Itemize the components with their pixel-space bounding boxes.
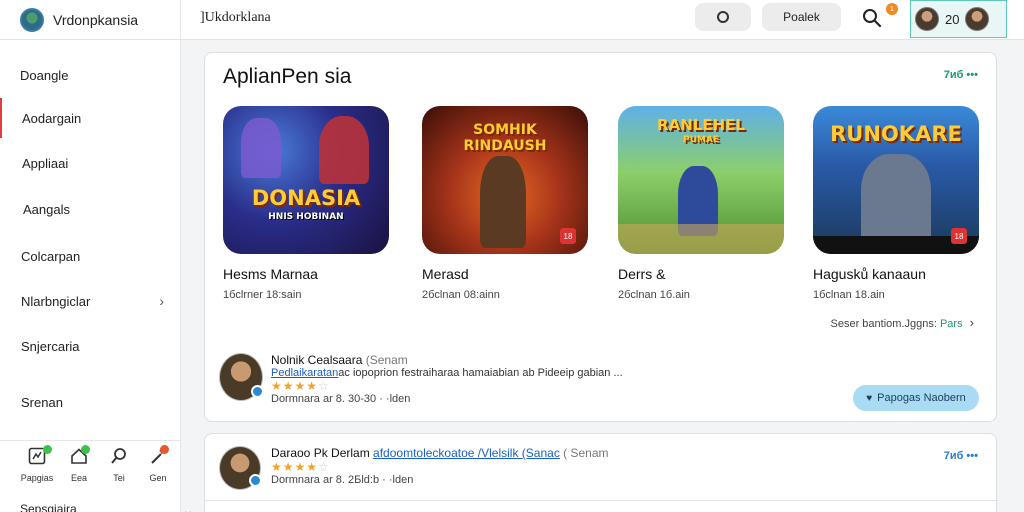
review-date: Dormnara ar 8. 30-30 · ·lden <box>271 393 411 405</box>
game-name: Hesms Marnaa <box>223 266 318 282</box>
sidebar-item-label: Nlarbngiclar <box>21 293 91 309</box>
user-menu[interactable]: 20 <box>910 0 1007 38</box>
rating-stars: ★★★★☆ <box>271 379 330 393</box>
sidebar-item-7[interactable]: Srenan <box>0 382 180 422</box>
game-cover: SOMHIK RINDAUSH 18 <box>422 106 588 254</box>
game-tile[interactable]: SOMHIK RINDAUSH 18 Merasd 2бclnan 08:ain… <box>422 106 588 301</box>
review-card: 7иб ••• Daraoo Pk Derlam afdoomtoleckoat… <box>204 433 998 512</box>
game-name: Merasd <box>422 266 469 282</box>
user-count: 20 <box>945 11 960 27</box>
home-icon <box>60 445 98 469</box>
follow-button[interactable]: ♥ Papogas Naobern <box>853 385 979 411</box>
reviewer-name[interactable]: Daraoo Pk Derlam afdoomtoleckoatoe /Vlel… <box>271 446 609 460</box>
brand[interactable]: Vrdonpkansia <box>0 0 181 40</box>
game-meta: 1бclrner 18:sain <box>223 289 302 301</box>
sidebar-item-label: Doangle <box>20 67 69 83</box>
review-item: Nolnik Cealsaara (Senam Pedlaikaratanac … <box>219 353 979 411</box>
sidebar-item-label: Srenan <box>21 394 63 410</box>
game-name: Derrs & <box>618 266 666 282</box>
sidebar-item-label: Aangals <box>23 201 70 217</box>
shortcut-home[interactable]: Eea <box>60 445 98 483</box>
shortcut-dashboard[interactable]: Papgias <box>18 445 56 483</box>
review-date: Dormnara ar 8. 2Бld:b · ·lden <box>271 474 414 486</box>
avatar[interactable] <box>219 446 262 490</box>
review-text: Pedlaikaratanac iopoprion festraiharaa h… <box>271 367 623 379</box>
age-rating-badge: 18 <box>951 228 967 244</box>
sidebar-item-5[interactable]: Nlarbngiclar › <box>0 281 180 321</box>
see-more-link[interactable]: Seser bantiom.Jggns: Pars › <box>831 315 974 330</box>
top-bar: Vrdonpkansia ]Ukdorklana Poalek 1 20 <box>0 0 1024 40</box>
sidebar-item-3[interactable]: Aangals <box>0 189 180 229</box>
rating-stars: ★★★★☆ <box>271 460 330 474</box>
verified-icon <box>249 474 262 487</box>
search-icon <box>100 447 138 469</box>
sidebar-item-1[interactable]: Aodargain <box>0 98 180 138</box>
chevron-right-icon: › <box>969 315 974 330</box>
sidebar-item-label: Snjercaria <box>21 338 80 354</box>
reviewer-name[interactable]: Nolnik Cealsaara (Senam <box>271 353 408 367</box>
sidebar-item-0[interactable]: Doangle <box>0 55 180 95</box>
chevron-right-icon: › <box>159 293 164 309</box>
game-cover: DONASIA HNIS HOBINAN <box>223 106 389 254</box>
game-cover: RUNOKARE 18 <box>813 106 979 254</box>
sidebar-item-label: Aodargain <box>22 110 82 126</box>
app-logo-icon <box>20 8 44 32</box>
sidebar-item-label: Colcarpan <box>21 248 81 264</box>
game-meta: 2бclnan 08:ainn <box>422 289 500 301</box>
sidebar-footer[interactable]: Sepsgiaira ⌄ <box>20 502 194 512</box>
chevron-down-icon: ⌄ <box>181 502 194 512</box>
avatar[interactable] <box>219 353 264 401</box>
game-tile[interactable]: DONASIA HNIS HOBINAN Hesms Marnaa 1бclrn… <box>223 106 389 301</box>
featured-apps-card: AplianPen sia 7иб ••• DONASIA HNIS HOBIN… <box>204 52 997 422</box>
sidebar-item-label: Appliaai <box>22 155 69 171</box>
heart-icon: ♥ <box>866 392 873 404</box>
avatar <box>915 7 939 31</box>
breadcrumb[interactable]: ]Ukdorklana <box>200 10 271 26</box>
sidebar: Doangle Aodargain Appliaai Aangals Colca… <box>0 40 194 512</box>
divider <box>205 500 998 501</box>
game-meta: 2бclnan 1б.ain <box>618 289 690 301</box>
sidebar-item-4[interactable]: Colcarpan <box>0 236 180 276</box>
game-name: Hagusků kanaaun <box>813 266 926 282</box>
game-tile[interactable]: RUNOKARE 18 Hagusků kanaaun 1бclnan 18.a… <box>813 106 979 301</box>
circle-icon <box>717 11 729 23</box>
wand-icon <box>139 445 177 469</box>
brand-name: Vrdonpkansia <box>53 12 139 28</box>
notification-badge[interactable]: 1 <box>886 3 898 15</box>
avatar-secondary <box>965 7 990 31</box>
section-title: AplianPen sia <box>223 65 352 88</box>
record-button[interactable] <box>695 3 751 31</box>
search-icon[interactable] <box>861 7 883 29</box>
review-item: Daraoo Pk Derlam afdoomtoleckoatoe /Vlel… <box>219 446 979 500</box>
game-meta: 1бclnan 18.ain <box>813 289 885 301</box>
game-cover: RANLEHEL PUMAE <box>618 106 784 254</box>
game-tile[interactable]: RANLEHEL PUMAE Derrs & 2бclnan 1б.ain <box>618 106 784 301</box>
shortcut-wand[interactable]: Gen <box>139 445 177 483</box>
age-rating-badge: 18 <box>560 228 576 244</box>
sidebar-item-6[interactable]: Snjercaria <box>0 326 180 366</box>
verified-icon <box>251 385 264 398</box>
dashboard-icon <box>18 445 56 469</box>
publish-button[interactable]: Poalek <box>762 3 841 31</box>
sidebar-shortcuts: Papgias Eea Tei Gen <box>0 440 180 490</box>
more-link[interactable]: 7иб ••• <box>944 69 978 81</box>
sidebar-item-2[interactable]: Appliaai <box>0 143 180 183</box>
shortcut-search[interactable]: Tei <box>100 447 138 483</box>
